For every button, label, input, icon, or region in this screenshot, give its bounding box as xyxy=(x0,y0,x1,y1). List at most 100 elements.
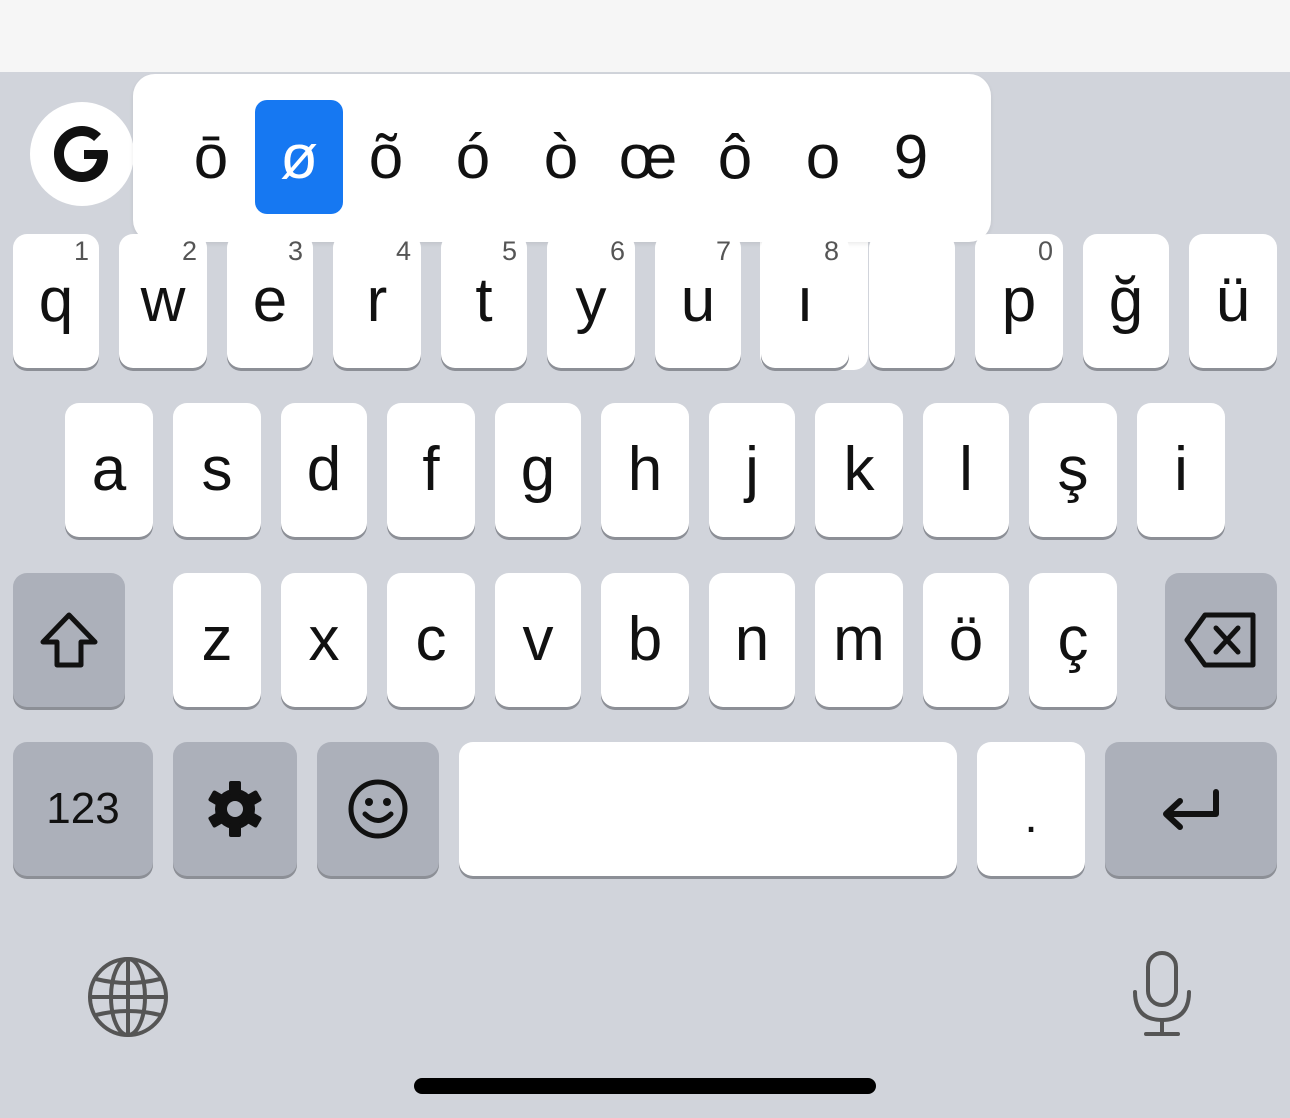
numbers-key-label: 123 xyxy=(46,784,120,833)
key-a[interactable]: a xyxy=(65,403,153,537)
key-c[interactable]: c xyxy=(387,573,475,707)
period-key-label: . xyxy=(1024,790,1038,843)
key-label: k xyxy=(843,435,875,504)
key-label: d xyxy=(306,435,342,504)
key-hint: 3 xyxy=(287,236,303,266)
key-label: c xyxy=(415,605,447,674)
key-label: h xyxy=(627,435,663,504)
shift-key[interactable] xyxy=(13,573,125,707)
key-hint: 0 xyxy=(1037,236,1053,266)
key-hint: 2 xyxy=(181,236,197,266)
settings-key[interactable] xyxy=(173,742,297,876)
key-w[interactable]: 2 w xyxy=(119,234,207,368)
key-o-pressed[interactable] xyxy=(869,234,955,368)
alternate-key[interactable]: ó xyxy=(429,100,517,214)
key-g-breve[interactable]: ğ xyxy=(1083,234,1169,368)
key-label: r xyxy=(366,266,388,335)
key-label: a xyxy=(91,435,127,504)
key-j[interactable]: j xyxy=(709,403,795,537)
alternate-key[interactable]: o xyxy=(779,100,867,214)
backspace-key[interactable] xyxy=(1165,573,1277,707)
alternate-key[interactable]: ò xyxy=(517,100,605,214)
key-o-umlaut[interactable]: ö xyxy=(923,573,1009,707)
key-u-umlaut[interactable]: ü xyxy=(1189,234,1277,368)
key-label: ö xyxy=(948,605,984,674)
gear-icon xyxy=(208,781,262,837)
key-label: b xyxy=(627,605,663,674)
key-hint: 7 xyxy=(715,236,731,266)
key-v[interactable]: v xyxy=(495,573,581,707)
home-indicator[interactable] xyxy=(414,1078,876,1094)
key-label: l xyxy=(959,435,973,504)
key-c-cedilla[interactable]: ç xyxy=(1029,573,1117,707)
key-hint: 8 xyxy=(823,236,839,266)
globe-button[interactable] xyxy=(86,955,170,1039)
alternate-key[interactable]: õ xyxy=(342,100,430,214)
key-x[interactable]: x xyxy=(281,573,367,707)
key-label: q xyxy=(38,266,74,335)
period-key[interactable]: . xyxy=(977,742,1085,876)
key-label: ç xyxy=(1057,605,1089,674)
key-label: p xyxy=(1001,266,1037,335)
key-label: w xyxy=(140,266,186,335)
key-r[interactable]: 4 r xyxy=(333,234,421,368)
key-s[interactable]: s xyxy=(173,403,261,537)
key-label: z xyxy=(201,605,233,674)
key-label: ı xyxy=(796,266,814,335)
key-label: ğ xyxy=(1108,266,1144,335)
key-d[interactable]: d xyxy=(281,403,367,537)
globe-icon xyxy=(88,957,168,1037)
alternate-key[interactable]: œ xyxy=(604,100,692,214)
key-label: t xyxy=(475,266,493,335)
key-label: n xyxy=(734,605,770,674)
key-hint: 5 xyxy=(501,236,517,266)
key-label: e xyxy=(252,266,288,335)
space-bar[interactable] xyxy=(459,742,957,876)
numbers-key[interactable]: 123 xyxy=(13,742,153,876)
key-label: ü xyxy=(1215,266,1251,335)
google-logo-button[interactable] xyxy=(30,102,134,206)
key-k[interactable]: k xyxy=(815,403,903,537)
key-hint: 1 xyxy=(73,236,89,266)
key-b[interactable]: b xyxy=(601,573,689,707)
microphone-icon xyxy=(1133,951,1191,1036)
key-q[interactable]: 1 q xyxy=(13,234,99,368)
key-l[interactable]: l xyxy=(923,403,1009,537)
key-z[interactable]: z xyxy=(173,573,261,707)
key-label: s xyxy=(201,435,233,504)
alternate-key-selected[interactable]: ø xyxy=(255,100,343,214)
return-key[interactable] xyxy=(1105,742,1277,876)
alternate-key[interactable]: ō xyxy=(167,100,255,214)
key-n[interactable]: n xyxy=(709,573,795,707)
alternate-key[interactable]: 9 xyxy=(867,100,955,214)
key-m[interactable]: m xyxy=(815,573,903,707)
key-g[interactable]: g xyxy=(495,403,581,537)
key-hint: 4 xyxy=(395,236,411,266)
key-f[interactable]: f xyxy=(387,403,475,537)
key-h[interactable]: h xyxy=(601,403,689,537)
shift-icon xyxy=(40,612,98,668)
microphone-button[interactable] xyxy=(1130,950,1194,1038)
emoji-icon xyxy=(348,779,408,839)
key-t[interactable]: 5 t xyxy=(441,234,527,368)
key-label: ş xyxy=(1057,435,1089,504)
key-e[interactable]: 3 e xyxy=(227,234,313,368)
key-label: g xyxy=(520,435,556,504)
key-dotless-i[interactable]: 8 ı xyxy=(761,234,849,368)
key-y[interactable]: 6 y xyxy=(547,234,635,368)
key-label: v xyxy=(522,605,554,674)
key-i[interactable]: i xyxy=(1137,403,1225,537)
alternate-key[interactable]: ô xyxy=(691,100,779,214)
key-s-cedilla[interactable]: ş xyxy=(1029,403,1117,537)
key-p[interactable]: 0 p xyxy=(975,234,1063,368)
key-label: j xyxy=(745,435,759,504)
return-icon xyxy=(1163,789,1219,830)
key-label: u xyxy=(680,266,716,335)
key-label: x xyxy=(308,605,340,674)
top-bar xyxy=(0,0,1290,72)
key-u[interactable]: 7 u xyxy=(655,234,741,368)
emoji-key[interactable] xyxy=(317,742,439,876)
google-g-icon xyxy=(54,126,108,182)
key-label: m xyxy=(833,605,885,674)
accent-popup: ō ø õ ó ò œ ô o 9 xyxy=(133,74,991,242)
